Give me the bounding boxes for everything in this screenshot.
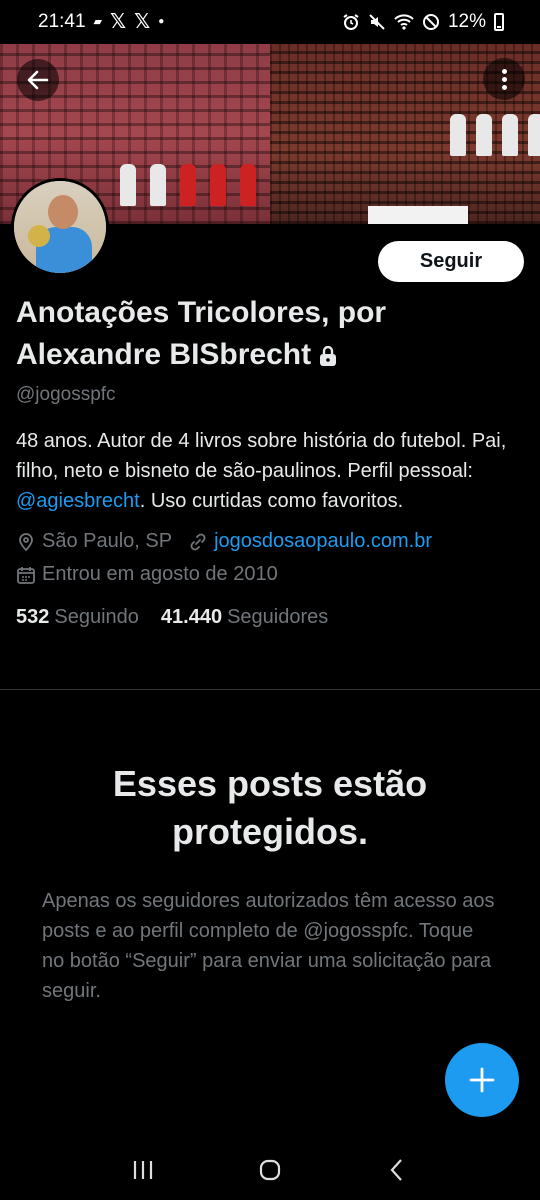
arrow-left-icon	[27, 70, 49, 90]
lock-icon	[320, 346, 337, 366]
display-name-line1: Anotações Tricolores, por	[16, 296, 387, 329]
status-bar: 21:41 ▰ 𝕏 𝕏 ● 12%	[0, 0, 540, 44]
status-left: 21:41 ▰ 𝕏 𝕏 ●	[38, 11, 164, 33]
home-button[interactable]	[250, 1150, 290, 1190]
website-link[interactable]: jogosdosaopaulo.com.br	[214, 530, 432, 553]
handle: @jogosspfc	[16, 384, 116, 405]
profile-meta: São Paulo, SP jogosdosaopaulo.com.br	[16, 530, 526, 553]
do-not-disturb-icon	[422, 14, 439, 30]
follow-button[interactable]: Seguir	[378, 241, 524, 282]
joined: Entrou em agosto de 2010	[16, 563, 278, 586]
protected-notice: Esses posts estão protegidos. Apenas os …	[42, 760, 498, 1006]
avatar[interactable]	[11, 178, 109, 276]
x-notification-icon: 𝕏	[110, 11, 127, 33]
joined-row: Entrou em agosto de 2010	[16, 563, 526, 586]
joined-text: Entrou em agosto de 2010	[42, 563, 278, 585]
link-icon	[190, 533, 206, 550]
home-icon	[259, 1159, 281, 1181]
protected-title: Esses posts estão protegidos.	[112, 763, 428, 852]
recent-apps-icon	[134, 1161, 153, 1179]
display-name: Anotações Tricolores, por Alexandre BISb…	[16, 292, 526, 376]
app-notification-icon: ▰	[93, 15, 103, 28]
status-right: 12%	[342, 11, 504, 33]
bio-text-1: 48 anos. Autor de 4 livros sobre históri…	[16, 430, 507, 482]
location-pin-icon	[19, 532, 33, 551]
x-notification-icon-2: 𝕏	[134, 11, 151, 33]
protected-text: Apenas os seguidores autorizados têm ace…	[42, 890, 495, 1002]
more-options-button[interactable]	[483, 58, 525, 100]
calendar-icon	[17, 566, 35, 584]
system-back-button[interactable]	[377, 1150, 417, 1190]
battery-percent: 12%	[447, 11, 486, 32]
bio: 48 anos. Autor de 4 livros sobre históri…	[16, 426, 526, 516]
following-label: Seguindo	[54, 606, 139, 628]
profile-info: Anotações Tricolores, por Alexandre BISb…	[16, 292, 526, 629]
followers-link[interactable]: 41.440 Seguidores	[161, 606, 328, 629]
following-link[interactable]: 532 Seguindo	[16, 606, 139, 629]
battery-icon	[494, 13, 504, 31]
plus-icon	[469, 1067, 495, 1093]
recent-apps-button[interactable]	[123, 1150, 163, 1190]
more-notifications-dot-icon: ●	[158, 16, 165, 27]
location-text: São Paulo, SP	[42, 530, 173, 552]
more-vertical-icon	[501, 68, 507, 74]
status-time: 21:41	[38, 11, 86, 32]
followers-label: Seguidores	[227, 606, 329, 628]
compose-button[interactable]	[445, 1043, 519, 1117]
following-count: 532	[16, 606, 50, 628]
chevron-left-icon	[390, 1159, 402, 1181]
system-nav-bar	[0, 1140, 540, 1200]
website[interactable]: jogosdosaopaulo.com.br	[188, 530, 432, 553]
follow-counts: 532 Seguindo 41.440 Seguidores	[16, 606, 526, 629]
banner-fans-right	[450, 114, 540, 156]
banner-fans	[120, 164, 256, 206]
divider	[0, 689, 540, 690]
bio-mention-link[interactable]: @agiesbrecht	[16, 490, 140, 512]
mute-icon	[369, 14, 385, 30]
followers-count: 41.440	[160, 606, 223, 628]
back-button[interactable]	[17, 59, 59, 101]
display-name-line2: Alexandre BISbrecht	[16, 338, 312, 371]
alarm-icon	[343, 14, 359, 30]
banner-flag	[368, 206, 468, 224]
location: São Paulo, SP	[16, 530, 172, 553]
bio-text-2: . Uso curtidas como favoritos.	[139, 490, 404, 512]
wifi-icon	[394, 14, 414, 30]
